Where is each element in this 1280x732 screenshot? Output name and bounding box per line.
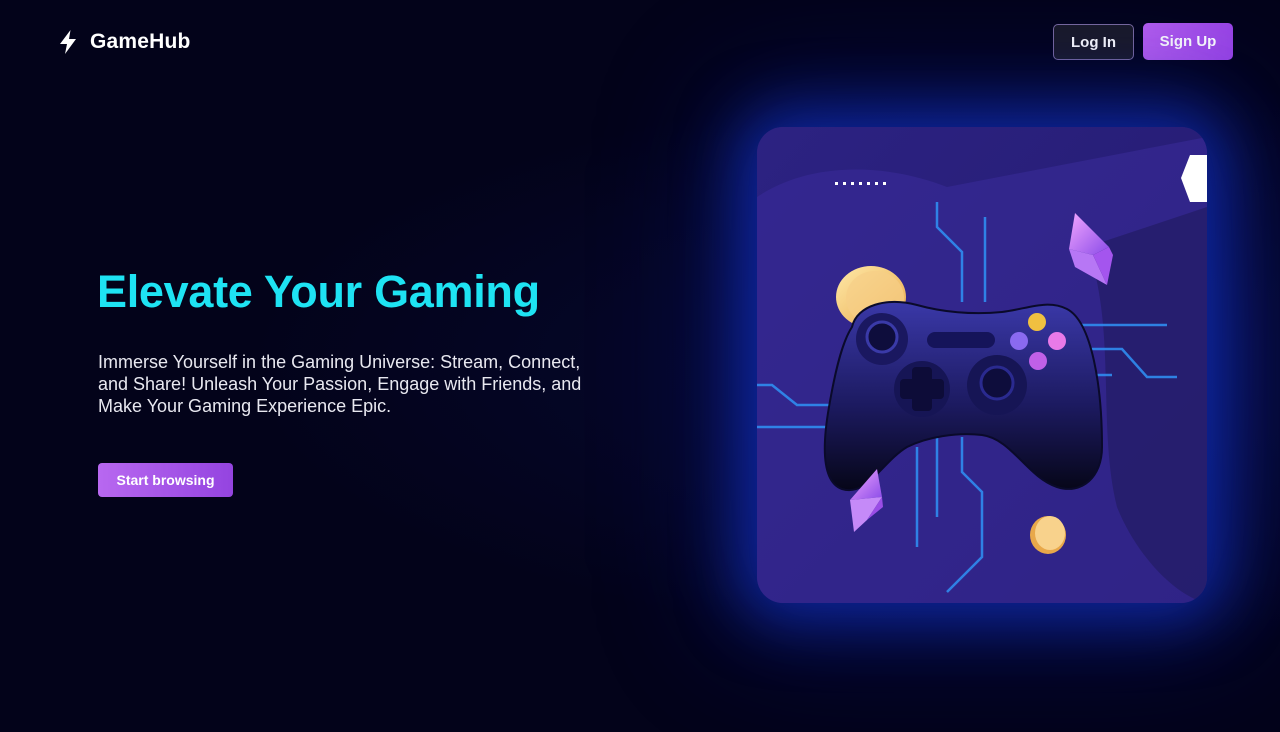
game-controller-illustration: [757, 127, 1207, 603]
hero-illustration: [757, 127, 1207, 603]
landing-page: GameHub Log In Sign Up Elevate Your Gami…: [0, 0, 1280, 732]
login-button[interactable]: Log In: [1053, 24, 1134, 60]
signup-button[interactable]: Sign Up: [1143, 23, 1233, 60]
lightning-bolt-icon: [60, 30, 76, 54]
brand-logo[interactable]: GameHub: [56, 29, 191, 55]
hero-description: Immerse Yourself in the Gaming Universe:…: [98, 352, 582, 416]
hero-title: Elevate Your Gaming: [97, 266, 540, 317]
brand-name: GameHub: [90, 30, 191, 53]
start-browsing-button[interactable]: Start browsing: [98, 463, 233, 497]
